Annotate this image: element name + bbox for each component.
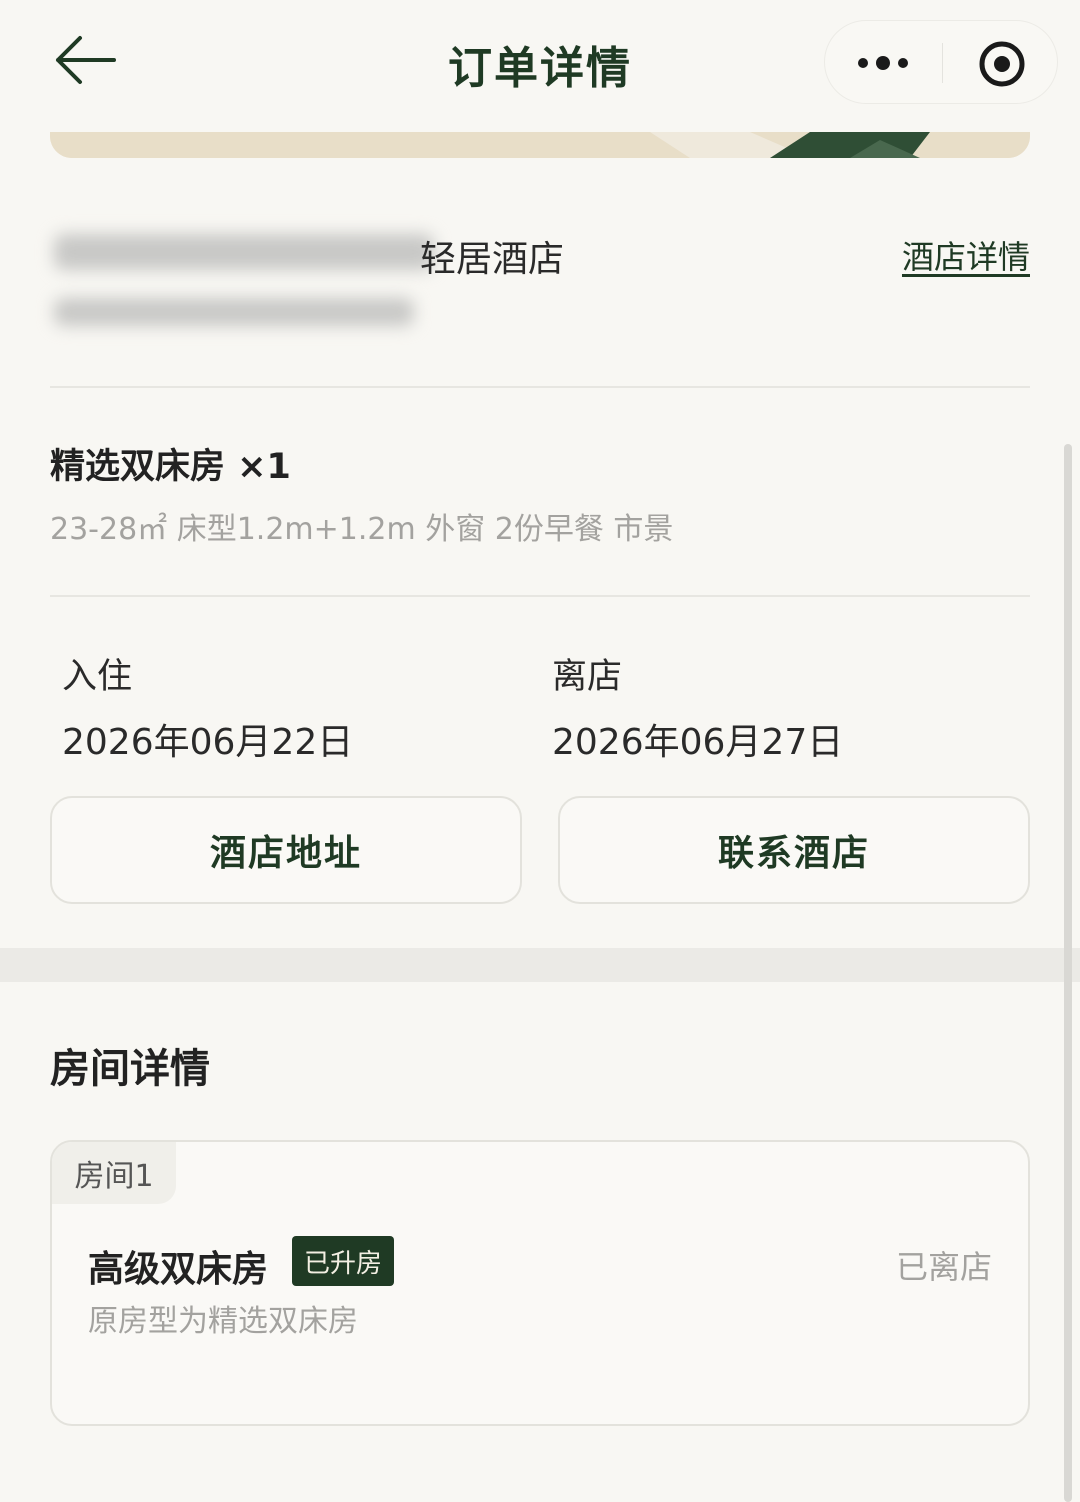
room-title: 精选双床房 ×1 xyxy=(50,447,291,487)
hotel-detail-link[interactable]: 酒店详情 xyxy=(902,232,1030,278)
checkin-date: 2026年06月22日 xyxy=(62,722,354,763)
hotel-banner-image xyxy=(50,132,1030,158)
navigation-bar: 订单详情 xyxy=(0,0,1080,128)
checkout-date: 2026年06月27日 xyxy=(552,722,844,763)
mini-program-capsule xyxy=(824,20,1058,104)
redacted-hotel-address xyxy=(54,298,414,326)
room-type: 高级双床房 xyxy=(88,1249,269,1290)
room-status: 已离店 xyxy=(895,1248,992,1286)
checkout-label: 离店 xyxy=(552,657,623,697)
scrollbar[interactable] xyxy=(1064,444,1072,1502)
capsule-divider xyxy=(942,43,943,83)
section-separator xyxy=(0,948,1080,982)
original-room-type: 原房型为精选双床房 xyxy=(88,1304,358,1339)
room-tab-label: 房间1 xyxy=(52,1142,176,1204)
hotel-address-button[interactable]: 酒店地址 xyxy=(50,796,522,904)
upgrade-badge: 已升房 xyxy=(292,1236,395,1286)
room-specs: 23-28㎡ 床型1.2m+1.2m 外窗 2份早餐 市景 xyxy=(50,512,674,547)
target-circle-icon[interactable] xyxy=(977,39,1027,89)
room-details-title: 房间详情 xyxy=(50,1046,210,1092)
checkout-block: 离店 2026年06月27日 xyxy=(552,648,843,765)
hotel-name: 轻居酒店 xyxy=(420,239,565,280)
room-card[interactable]: 房间1 高级双床房 已升房 已离店 原房型为精选双床房 xyxy=(50,1140,1030,1426)
divider xyxy=(50,386,1030,388)
redacted-hotel-name xyxy=(54,234,434,270)
divider xyxy=(50,595,1030,597)
contact-hotel-button[interactable]: 联系酒店 xyxy=(558,796,1030,904)
hotel-name-row: 轻居酒店 酒店详情 xyxy=(50,222,1030,292)
checkin-label: 入住 xyxy=(62,657,133,697)
checkin-block: 入住 2026年06月22日 xyxy=(62,648,353,765)
more-dots-icon[interactable] xyxy=(853,43,917,83)
